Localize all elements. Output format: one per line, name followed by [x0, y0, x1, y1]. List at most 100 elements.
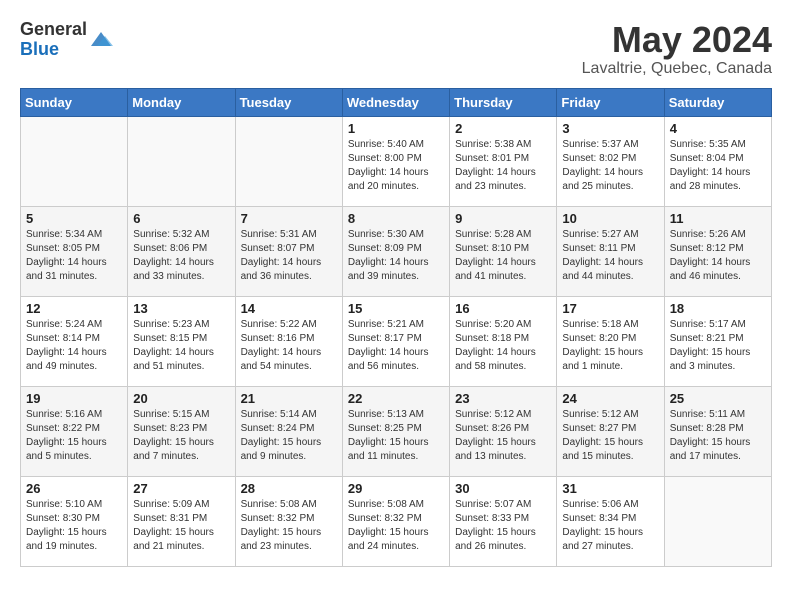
- day-info: Sunrise: 5:09 AM Sunset: 8:31 PM Dayligh…: [133, 498, 229, 554]
- calendar-cell: 23Sunrise: 5:12 AM Sunset: 8:26 PM Dayli…: [450, 386, 557, 476]
- calendar-cell: 15 Sunrise: 5:21 AM Sunset: 8:17 PM Dayli…: [342, 296, 449, 386]
- header-saturday: Saturday: [664, 88, 771, 116]
- day-number: 18: [670, 301, 766, 316]
- calendar-cell: 4 Sunrise: 5:35 AM Sunset: 8:04 PM Daylig…: [664, 116, 771, 206]
- day-number: 7: [241, 211, 337, 226]
- day-number: 1: [348, 121, 444, 136]
- day-number: 17: [562, 301, 658, 316]
- day-number: 27: [133, 481, 229, 496]
- day-info: Sunrise: 5:07 AM Sunset: 8:33 PM Dayligh…: [455, 498, 551, 554]
- calendar-cell: 6 Sunrise: 5:32 AM Sunset: 8:06 PM Daylig…: [128, 206, 235, 296]
- calendar-cell: 9Sunrise: 5:28 AM Sunset: 8:10 PM Daylig…: [450, 206, 557, 296]
- day-info: Sunrise: 5:14 AM Sunset: 8:24 PM Dayligh…: [241, 408, 337, 464]
- day-number: 19: [26, 391, 122, 406]
- day-info: Sunrise: 5:22 AM Sunset: 8:16 PM Dayligh…: [241, 318, 337, 374]
- day-info: Sunrise: 5:40 AM Sunset: 8:00 PM Dayligh…: [348, 138, 444, 194]
- day-number: 29: [348, 481, 444, 496]
- logo-general-text: General: [20, 20, 87, 40]
- day-number: 10: [562, 211, 658, 226]
- calendar-cell: [235, 116, 342, 206]
- day-number: 9: [455, 211, 551, 226]
- calendar-cell: [128, 116, 235, 206]
- calendar-cell: [664, 476, 771, 566]
- day-number: 21: [241, 391, 337, 406]
- calendar-cell: 5Sunrise: 5:34 AM Sunset: 8:05 PM Daylig…: [21, 206, 128, 296]
- title-block: May 2024 Lavaltrie, Quebec, Canada: [582, 20, 772, 78]
- day-number: 16: [455, 301, 551, 316]
- day-number: 15: [348, 301, 444, 316]
- calendar-cell: 21 Sunrise: 5:14 AM Sunset: 8:24 PM Dayli…: [235, 386, 342, 476]
- calendar-cell: 10 Sunrise: 5:27 AM Sunset: 8:11 PM Dayli…: [557, 206, 664, 296]
- calendar-cell: 16 Sunrise: 5:20 AM Sunset: 8:18 PM Dayli…: [450, 296, 557, 386]
- day-info: Sunrise: 5:35 AM Sunset: 8:04 PM Dayligh…: [670, 138, 766, 194]
- calendar-cell: 1 Sunrise: 5:40 AM Sunset: 8:00 PM Daylig…: [342, 116, 449, 206]
- day-info: Sunrise: 5:13 AM Sunset: 8:25 PM Dayligh…: [348, 408, 444, 464]
- day-info: Sunrise: 5:16 AM Sunset: 8:22 PM Dayligh…: [26, 408, 122, 464]
- day-number: 6: [133, 211, 229, 226]
- day-info: Sunrise: 5:08 AM Sunset: 8:32 PM Dayligh…: [241, 498, 337, 554]
- header-sunday: Sunday: [21, 88, 128, 116]
- day-number: 20: [133, 391, 229, 406]
- day-info: Sunrise: 5:31 AM Sunset: 8:07 PM Dayligh…: [241, 228, 337, 284]
- calendar-cell: 20 Sunrise: 5:15 AM Sunset: 8:23 PM Dayli…: [128, 386, 235, 476]
- day-number: 3: [562, 121, 658, 136]
- header-wednesday: Wednesday: [342, 88, 449, 116]
- header-tuesday: Tuesday: [235, 88, 342, 116]
- calendar-cell: 22 Sunrise: 5:13 AM Sunset: 8:25 PM Dayli…: [342, 386, 449, 476]
- day-number: 23: [455, 391, 551, 406]
- day-info: Sunrise: 5:38 AM Sunset: 8:01 PM Dayligh…: [455, 138, 551, 194]
- day-info: Sunrise: 5:32 AM Sunset: 8:06 PM Dayligh…: [133, 228, 229, 284]
- day-info: Sunrise: 5:10 AM Sunset: 8:30 PM Dayligh…: [26, 498, 122, 554]
- day-number: 28: [241, 481, 337, 496]
- header-thursday: Thursday: [450, 88, 557, 116]
- location-subtitle: Lavaltrie, Quebec, Canada: [582, 60, 772, 78]
- day-number: 8: [348, 211, 444, 226]
- day-number: 24: [562, 391, 658, 406]
- calendar-cell: 17Sunrise: 5:18 AM Sunset: 8:20 PM Dayli…: [557, 296, 664, 386]
- day-number: 26: [26, 481, 122, 496]
- day-info: Sunrise: 5:15 AM Sunset: 8:23 PM Dayligh…: [133, 408, 229, 464]
- page-header: General Blue May 2024 Lavaltrie, Quebec,…: [20, 20, 772, 78]
- calendar-cell: 11Sunrise: 5:26 AM Sunset: 8:12 PM Dayli…: [664, 206, 771, 296]
- day-info: Sunrise: 5:21 AM Sunset: 8:17 PM Dayligh…: [348, 318, 444, 374]
- calendar-cell: 19 Sunrise: 5:16 AM Sunset: 8:22 PM Dayli…: [21, 386, 128, 476]
- calendar-cell: 27 Sunrise: 5:09 AM Sunset: 8:31 PM Dayli…: [128, 476, 235, 566]
- logo-blue-text: Blue: [20, 40, 87, 60]
- day-number: 22: [348, 391, 444, 406]
- day-number: 12: [26, 301, 122, 316]
- week-row-3: 12Sunrise: 5:24 AM Sunset: 8:14 PM Dayli…: [21, 296, 772, 386]
- day-info: Sunrise: 5:27 AM Sunset: 8:11 PM Dayligh…: [562, 228, 658, 284]
- logo: General Blue: [20, 20, 113, 60]
- calendar-cell: 12Sunrise: 5:24 AM Sunset: 8:14 PM Dayli…: [21, 296, 128, 386]
- calendar-cell: 18 Sunrise: 5:17 AM Sunset: 8:21 PM Dayli…: [664, 296, 771, 386]
- calendar-cell: 29Sunrise: 5:08 AM Sunset: 8:32 PM Dayli…: [342, 476, 449, 566]
- calendar-cell: 31Sunrise: 5:06 AM Sunset: 8:34 PM Dayli…: [557, 476, 664, 566]
- week-row-4: 19 Sunrise: 5:16 AM Sunset: 8:22 PM Dayli…: [21, 386, 772, 476]
- day-info: Sunrise: 5:12 AM Sunset: 8:27 PM Dayligh…: [562, 408, 658, 464]
- day-number: 13: [133, 301, 229, 316]
- day-info: Sunrise: 5:30 AM Sunset: 8:09 PM Dayligh…: [348, 228, 444, 284]
- calendar-cell: 30 Sunrise: 5:07 AM Sunset: 8:33 PM Dayli…: [450, 476, 557, 566]
- day-info: Sunrise: 5:17 AM Sunset: 8:21 PM Dayligh…: [670, 318, 766, 374]
- day-info: Sunrise: 5:23 AM Sunset: 8:15 PM Dayligh…: [133, 318, 229, 374]
- day-number: 4: [670, 121, 766, 136]
- calendar-cell: 2 Sunrise: 5:38 AM Sunset: 8:01 PM Daylig…: [450, 116, 557, 206]
- calendar-cell: 14 Sunrise: 5:22 AM Sunset: 8:16 PM Dayli…: [235, 296, 342, 386]
- calendar-cell: 7 Sunrise: 5:31 AM Sunset: 8:07 PM Daylig…: [235, 206, 342, 296]
- day-number: 14: [241, 301, 337, 316]
- month-title: May 2024: [582, 20, 772, 60]
- calendar-cell: [21, 116, 128, 206]
- calendar-table: SundayMondayTuesdayWednesdayThursdayFrid…: [20, 88, 772, 567]
- header-friday: Friday: [557, 88, 664, 116]
- day-info: Sunrise: 5:11 AM Sunset: 8:28 PM Dayligh…: [670, 408, 766, 464]
- header-row: SundayMondayTuesdayWednesdayThursdayFrid…: [21, 88, 772, 116]
- day-info: Sunrise: 5:06 AM Sunset: 8:34 PM Dayligh…: [562, 498, 658, 554]
- logo-icon: [89, 28, 113, 52]
- day-info: Sunrise: 5:34 AM Sunset: 8:05 PM Dayligh…: [26, 228, 122, 284]
- calendar-cell: 13 Sunrise: 5:23 AM Sunset: 8:15 PM Dayli…: [128, 296, 235, 386]
- day-number: 2: [455, 121, 551, 136]
- day-info: Sunrise: 5:20 AM Sunset: 8:18 PM Dayligh…: [455, 318, 551, 374]
- calendar-body: 1 Sunrise: 5:40 AM Sunset: 8:00 PM Daylig…: [21, 116, 772, 566]
- calendar-cell: 26 Sunrise: 5:10 AM Sunset: 8:30 PM Dayli…: [21, 476, 128, 566]
- day-number: 30: [455, 481, 551, 496]
